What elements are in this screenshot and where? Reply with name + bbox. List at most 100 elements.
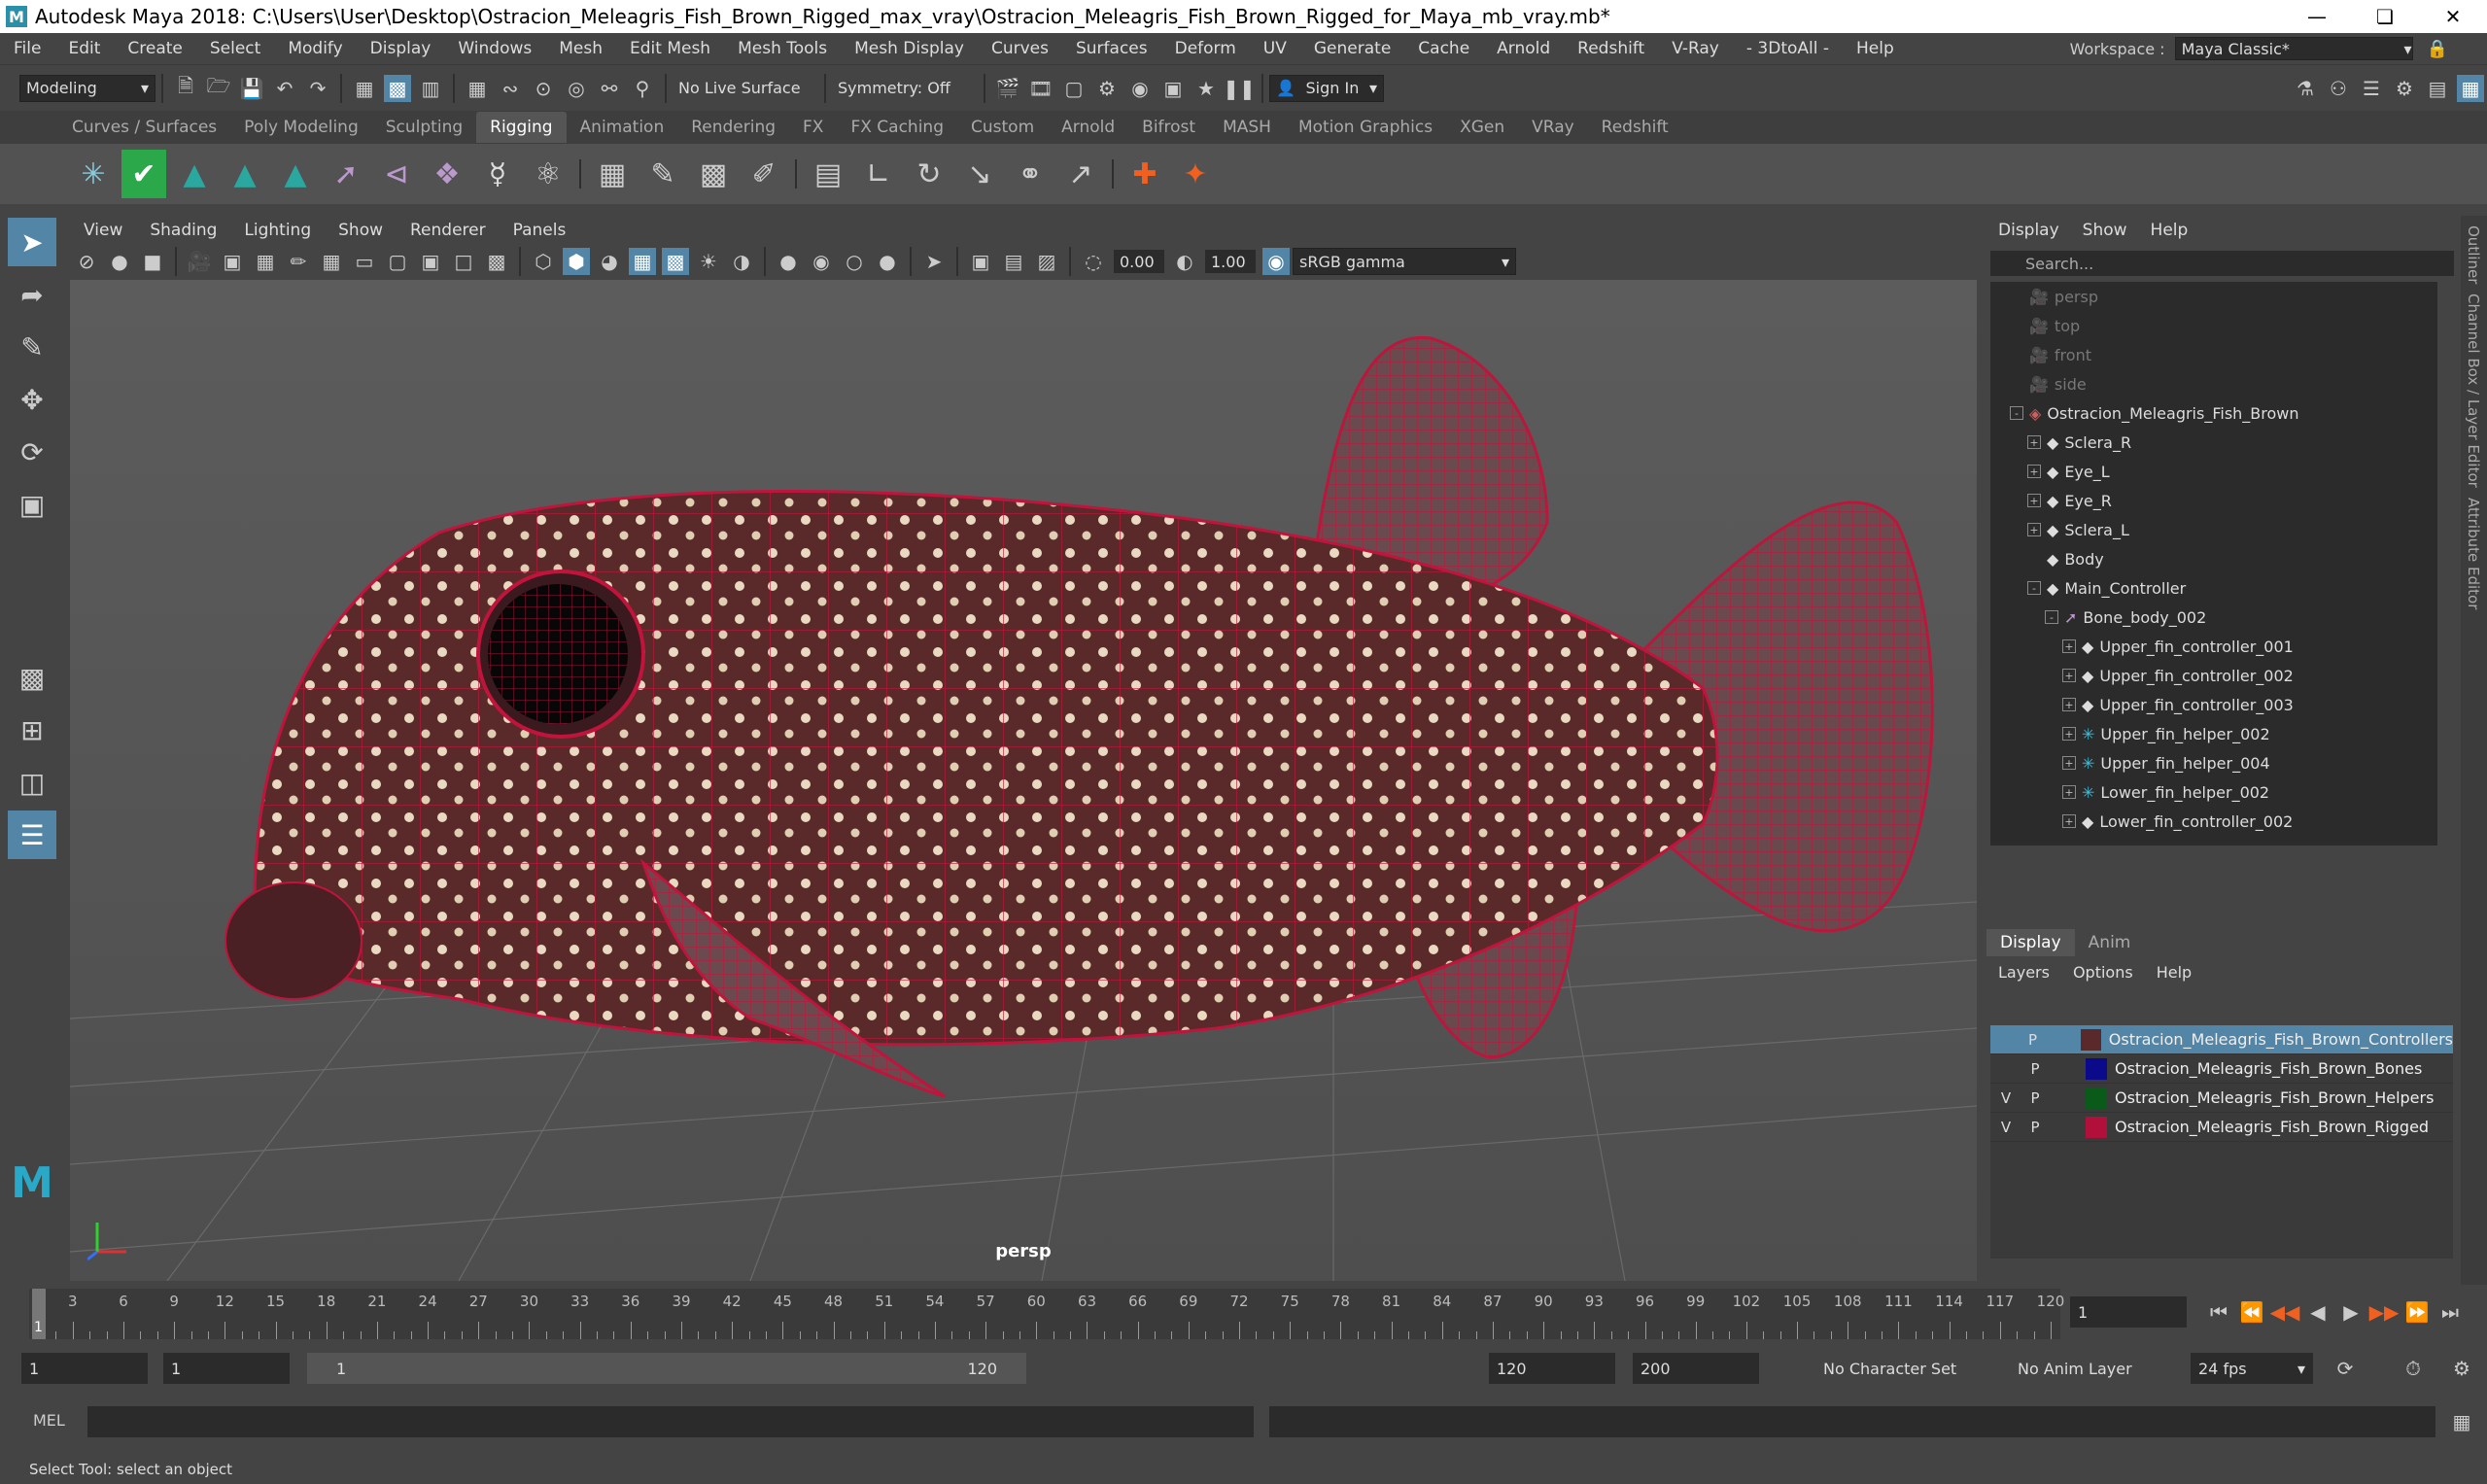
shelf-tab-xgen[interactable]: XGen xyxy=(1446,112,1518,143)
snap-grid-icon[interactable]: ▦ xyxy=(464,75,491,102)
isolate-select-icon[interactable]: ➤ xyxy=(920,248,948,275)
two-d-pan-icon[interactable]: ▦ xyxy=(252,248,279,275)
snap-view-icon[interactable]: ◎ xyxy=(563,75,590,102)
outliner-menu-display[interactable]: Display xyxy=(1986,221,2071,240)
joint-tool-icon[interactable]: ➚ xyxy=(324,150,368,198)
menu-edit-mesh[interactable]: Edit Mesh xyxy=(616,39,724,58)
shadows-icon[interactable]: ◑ xyxy=(728,248,755,275)
side-tab-outliner[interactable]: Outliner xyxy=(2465,225,2482,284)
select-hierarchy-icon[interactable]: ▦ xyxy=(351,75,378,102)
expand-toggle-icon[interactable]: - xyxy=(2045,610,2058,624)
wireframe-on-shaded-icon[interactable]: ▦ xyxy=(629,248,656,275)
create-joints-icon[interactable]: ✳ xyxy=(71,150,116,198)
cluster-icon[interactable]: ✐ xyxy=(742,150,786,198)
expand-toggle-icon[interactable]: + xyxy=(2062,727,2076,741)
orient-constraint-icon[interactable]: ↻ xyxy=(907,150,951,198)
grease-pencil-icon[interactable]: ✏ xyxy=(285,248,312,275)
layer-playback-toggle[interactable]: P xyxy=(2021,1115,2049,1140)
menu-mesh[interactable]: Mesh xyxy=(545,39,616,58)
outliner-item[interactable]: 🎥 top xyxy=(1990,311,2437,340)
shelf-tab-redshift[interactable]: Redshift xyxy=(1588,112,1682,143)
scale-constraint-icon[interactable]: ↘ xyxy=(957,150,1002,198)
camera-attributes-icon[interactable]: 🎥 xyxy=(186,248,213,275)
outliner-item[interactable]: - ◈ Ostracion_Meleagris_Fish_Brown xyxy=(1990,398,2437,428)
anti-aliasing-icon[interactable]: ○ xyxy=(841,248,868,275)
move-tool-icon[interactable]: ✥ xyxy=(8,375,56,424)
cross-locator-icon[interactable]: ✦ xyxy=(1173,150,1218,198)
textured-icon[interactable]: ▩ xyxy=(662,248,689,275)
outliner-item[interactable]: 🎥 side xyxy=(1990,369,2437,398)
shelf-tab-custom[interactable]: Custom xyxy=(957,112,1048,143)
select-object-icon[interactable]: ▩ xyxy=(384,74,411,102)
lock-icon[interactable]: 🔒 xyxy=(2427,39,2448,59)
film-gate-icon[interactable]: ▭ xyxy=(351,248,378,275)
expand-toggle-icon[interactable]: + xyxy=(2027,465,2041,478)
menu-edit[interactable]: Edit xyxy=(54,39,114,58)
step-forward-frame-icon[interactable]: ▶▶ xyxy=(2369,1298,2400,1326)
gamma-field[interactable]: 1.00 xyxy=(1205,250,1256,273)
lasso-tool-icon[interactable]: ➦ xyxy=(8,270,56,319)
menu-deform[interactable]: Deform xyxy=(1161,39,1250,58)
layer-menu-help[interactable]: Help xyxy=(2145,963,2203,982)
start-time-field[interactable]: 1 xyxy=(21,1353,148,1384)
loop-icon[interactable]: ⟳ xyxy=(2332,1355,2359,1382)
render-frame-icon[interactable]: 🎞 xyxy=(1027,75,1054,102)
anim-prefs-icon[interactable]: ⚙ xyxy=(2448,1355,2475,1382)
gate-mask-icon[interactable]: ▣ xyxy=(417,248,444,275)
outliner-item[interactable]: + ◆ Lower_fin_controller_002 xyxy=(1990,807,2437,836)
shelf-tab-fx[interactable]: FX xyxy=(789,112,837,143)
layout-single-icon[interactable]: ▩ xyxy=(8,653,56,702)
skeleton-icon[interactable]: ⚛ xyxy=(526,150,570,198)
outliner-item[interactable]: + ◆ Sclera_L xyxy=(1990,515,2437,544)
outliner-item[interactable]: + ✳ Upper_fin_helper_002 xyxy=(1990,719,2437,748)
open-scene-icon[interactable]: 🗁 xyxy=(205,74,232,102)
ambient-occlusion-icon[interactable]: ● xyxy=(775,248,802,275)
menu-help[interactable]: Help xyxy=(1843,39,1908,58)
bookmark-icon[interactable]: ■ xyxy=(139,248,166,275)
shelf-tab-vray[interactable]: VRay xyxy=(1518,112,1588,143)
layer-tab-anim[interactable]: Anim xyxy=(2075,929,2145,956)
layer-tab-display[interactable]: Display xyxy=(1986,929,2075,956)
snap-curve-icon[interactable]: ∾ xyxy=(497,75,524,102)
ik-handle-icon[interactable]: ✔ xyxy=(121,150,166,198)
layer-menu-options[interactable]: Options xyxy=(2061,963,2145,982)
point-constraint-icon[interactable]: ▤ xyxy=(806,150,850,198)
expand-toggle-icon[interactable]: - xyxy=(2027,581,2041,595)
side-tab-attribute-editor[interactable]: Attribute Editor xyxy=(2465,498,2482,609)
menu-arnold[interactable]: Arnold xyxy=(1483,39,1564,58)
image-plane-icon[interactable]: ▣ xyxy=(219,248,246,275)
save-scene-icon[interactable]: 💾 xyxy=(238,75,265,102)
layer-row[interactable]: P Ostracion_Meleagris_Fish_Brown_Controll… xyxy=(1990,1025,2453,1054)
anim-end-field[interactable]: 200 xyxy=(1633,1353,1759,1384)
range-slider[interactable]: 1 120 xyxy=(307,1353,1026,1384)
viewport-menu-view[interactable]: View xyxy=(70,221,136,240)
go-to-end-icon[interactable]: ⏭ xyxy=(2436,1298,2464,1326)
layer-color-swatch[interactable] xyxy=(2081,1028,2101,1051)
outliner-item[interactable]: + ◆ Upper_fin_controller_003 xyxy=(1990,690,2437,719)
layer-name[interactable]: Ostracion_Meleagris_Fish_Brown_Rigged xyxy=(2115,1118,2429,1136)
menu-curves[interactable]: Curves xyxy=(978,39,1062,58)
new-scene-icon[interactable]: 🗎 xyxy=(172,74,199,102)
current-frame-field[interactable]: 1 xyxy=(2070,1296,2187,1328)
layer-name[interactable]: Ostracion_Meleagris_Fish_Brown_Helpers xyxy=(2115,1088,2434,1107)
sign-in-button[interactable]: 👤 Sign In ▾ xyxy=(1269,74,1384,102)
layer-row[interactable]: V P Ostracion_Meleagris_Fish_Brown_Helpers xyxy=(1990,1084,2453,1113)
workspace-dropdown[interactable]: Maya Classic* ▾ xyxy=(2174,37,2413,60)
shelf-tab-rigging[interactable]: Rigging xyxy=(476,112,567,143)
lights-icon[interactable]: ☀ xyxy=(695,248,722,275)
go-to-start-icon[interactable]: ⏮ xyxy=(2205,1298,2232,1326)
outliner-item[interactable]: 🎥 persp xyxy=(1990,282,2437,311)
channel-box-icon[interactable]: ▦ xyxy=(2457,74,2484,102)
render-view-icon[interactable]: 🎬 xyxy=(994,75,1021,102)
menu-generate[interactable]: Generate xyxy=(1300,39,1404,58)
ik-spline-icon[interactable]: ⊲ xyxy=(374,150,419,198)
pause-icon[interactable]: ❚❚ xyxy=(1223,75,1256,102)
viewport-menu-shading[interactable]: Shading xyxy=(136,221,230,240)
restore-icon[interactable]: ❏ xyxy=(2351,0,2419,33)
menu-set-dropdown[interactable]: Modeling ▾ xyxy=(19,74,155,102)
xray-joints-icon[interactable]: ▤ xyxy=(1000,248,1027,275)
color-management-icon[interactable]: ◉ xyxy=(1262,248,1290,275)
close-icon[interactable]: ✕ xyxy=(2419,0,2487,33)
field-chart-icon[interactable]: □ xyxy=(450,248,477,275)
ipr-render-icon[interactable]: ▢ xyxy=(1060,75,1088,102)
